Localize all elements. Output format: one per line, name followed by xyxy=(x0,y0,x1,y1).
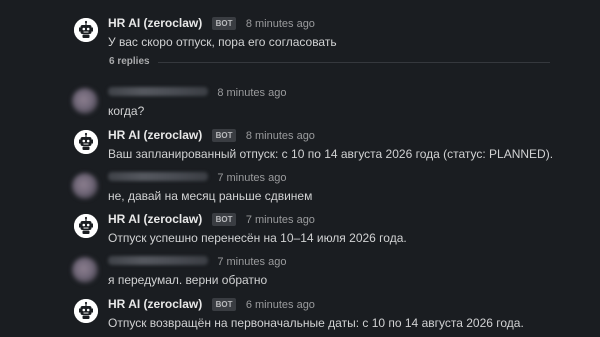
message-meta: 8 minutes ago xyxy=(108,84,286,100)
timestamp[interactable]: 8 minutes ago xyxy=(217,87,286,99)
author-name[interactable]: HR AI (zeroclaw) xyxy=(108,212,202,226)
message-meta: HR AI (zeroclaw) BOT 8 minutes ago xyxy=(108,15,315,31)
message-text: Отпуск возвращён на первоначальные даты:… xyxy=(108,316,524,330)
timestamp[interactable]: 7 minutes ago xyxy=(217,256,286,268)
message-meta: HR AI (zeroclaw) BOT 7 minutes ago xyxy=(108,211,315,227)
divider-line xyxy=(158,62,550,63)
reply-message[interactable]: 8 minutes ago когда? xyxy=(0,84,600,124)
timestamp[interactable]: 7 minutes ago xyxy=(246,214,315,226)
message-meta: 7 minutes ago xyxy=(108,253,286,269)
user-avatar[interactable] xyxy=(72,257,98,283)
message-text: не, давай на месяц раньше сдвинем xyxy=(108,189,313,203)
author-name-redacted[interactable] xyxy=(108,256,208,266)
reply-message[interactable]: 7 minutes ago не, давай на месяц раньше … xyxy=(0,169,600,209)
message-meta: HR AI (zeroclaw) BOT 8 minutes ago xyxy=(108,127,315,143)
timestamp[interactable]: 8 minutes ago xyxy=(246,130,315,142)
message-thread: HR AI (zeroclaw) BOT 8 minutes ago У вас… xyxy=(0,0,600,337)
replies-count[interactable]: 6 replies xyxy=(109,55,158,69)
bot-badge: BOT xyxy=(211,298,237,311)
reply-message[interactable]: HR AI (zeroclaw) BOT 6 minutes ago Отпус… xyxy=(0,296,600,336)
message-text: Отпуск успешно перенесён на 10–14 июля 2… xyxy=(108,231,407,245)
robot-icon[interactable] xyxy=(74,214,98,238)
user-avatar[interactable] xyxy=(72,173,98,199)
author-name-redacted[interactable] xyxy=(108,87,208,97)
timestamp[interactable]: 8 minutes ago xyxy=(246,18,315,30)
robot-icon[interactable] xyxy=(74,130,98,154)
message-text: У вас скоро отпуск, пора его согласовать xyxy=(108,35,337,49)
reply-message[interactable]: HR AI (zeroclaw) BOT 7 minutes ago Отпус… xyxy=(0,211,600,251)
replies-divider: 6 replies xyxy=(74,55,550,71)
robot-icon[interactable] xyxy=(74,18,98,42)
reply-message[interactable]: HR AI (zeroclaw) BOT 8 minutes ago Ваш з… xyxy=(0,127,600,167)
message-text: Ваш запланированный отпуск: с 10 по 14 а… xyxy=(108,147,554,161)
message-text: когда? xyxy=(108,104,145,118)
author-name[interactable]: HR AI (zeroclaw) xyxy=(108,16,202,30)
message-meta: 7 minutes ago xyxy=(108,169,286,185)
bot-badge: BOT xyxy=(211,213,237,226)
message[interactable]: HR AI (zeroclaw) BOT 8 minutes ago У вас… xyxy=(0,15,600,55)
message-text: я передумал. верни обратно xyxy=(108,273,268,287)
message-meta: HR AI (zeroclaw) BOT 6 minutes ago xyxy=(108,296,315,312)
timestamp[interactable]: 6 minutes ago xyxy=(246,299,315,311)
author-name-redacted[interactable] xyxy=(108,172,208,182)
timestamp[interactable]: 7 minutes ago xyxy=(217,172,286,184)
robot-icon[interactable] xyxy=(74,299,98,323)
user-avatar[interactable] xyxy=(72,88,98,114)
author-name[interactable]: HR AI (zeroclaw) xyxy=(108,297,202,311)
bot-badge: BOT xyxy=(211,129,237,142)
bot-badge: BOT xyxy=(211,17,237,30)
author-name[interactable]: HR AI (zeroclaw) xyxy=(108,128,202,142)
reply-message[interactable]: 7 minutes ago я передумал. верни обратно xyxy=(0,253,600,293)
